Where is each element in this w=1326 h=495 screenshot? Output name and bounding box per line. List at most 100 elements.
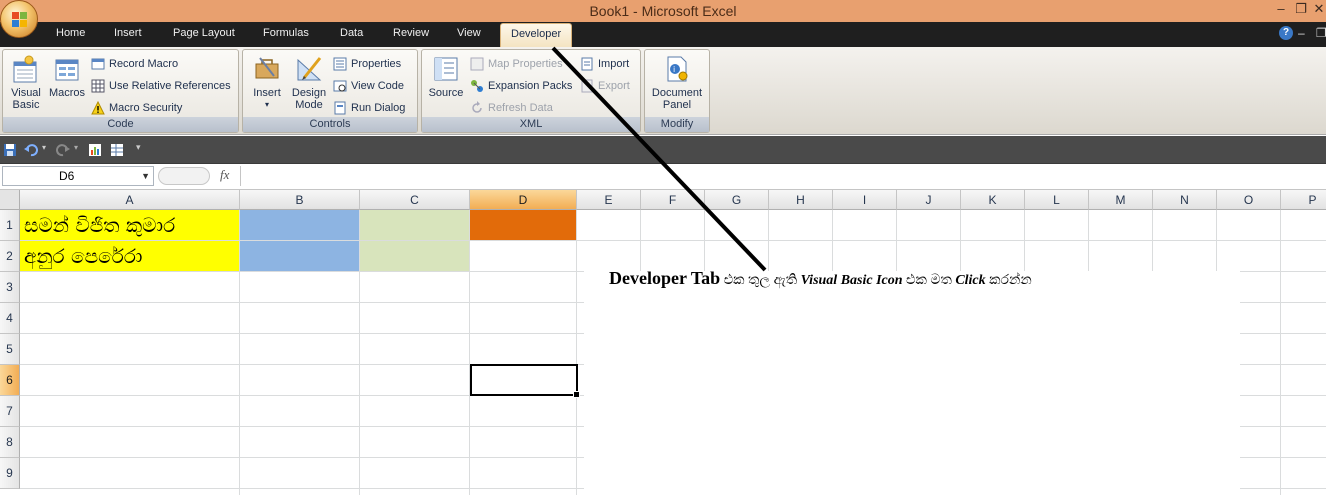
gridline-vertical <box>1280 210 1281 495</box>
column-header-f[interactable]: F <box>641 190 705 210</box>
group-xml-label: XML <box>422 117 640 132</box>
select-all-button[interactable] <box>0 190 20 210</box>
tab-home[interactable]: Home <box>56 27 85 39</box>
relative-references-icon <box>91 79 105 93</box>
column-header-d[interactable]: D <box>470 190 577 210</box>
row-header-7[interactable]: 7 <box>0 396 20 427</box>
insert-control-button[interactable]: Insert ▾ <box>247 54 287 111</box>
row-header-2[interactable]: 2 <box>0 241 20 272</box>
record-macro-button[interactable]: Record Macro <box>91 55 178 73</box>
column-header-e[interactable]: E <box>577 190 641 210</box>
export-icon <box>581 79 593 93</box>
ribbon-restore-icon[interactable]: ❐ <box>1316 26 1326 40</box>
column-header-g[interactable]: G <box>705 190 769 210</box>
annotation-part-5: Click <box>955 273 986 288</box>
expansion-packs-button[interactable]: Expansion Packs <box>470 77 572 95</box>
macros-button[interactable]: Macros <box>47 54 87 99</box>
row-header-1[interactable]: 1 <box>0 210 20 241</box>
close-button[interactable]: ✕ <box>1308 1 1326 17</box>
cell-fill-c2[interactable] <box>360 241 469 271</box>
group-controls: Insert ▾ Design Mode Properties View Cod… <box>242 49 418 133</box>
name-box-dropdown-icon[interactable]: ▼ <box>141 167 150 185</box>
column-header-l[interactable]: L <box>1025 190 1089 210</box>
view-code-icon <box>333 80 347 92</box>
column-header-p[interactable]: P <box>1281 190 1326 210</box>
office-button[interactable] <box>0 0 38 38</box>
minimize-button[interactable]: – <box>1270 1 1292 16</box>
column-header-j[interactable]: J <box>897 190 961 210</box>
visual-basic-label: Visual Basic <box>11 87 41 111</box>
annotation-part-2: එක තුල ඇති <box>720 273 801 288</box>
run-dialog-button[interactable]: Run Dialog <box>333 99 405 117</box>
design-mode-button[interactable]: Design Mode <box>289 54 329 111</box>
row-header-9[interactable]: 9 <box>0 458 20 489</box>
cell-fill-d1[interactable] <box>470 210 576 240</box>
properties-icon <box>333 57 347 71</box>
row-header-6[interactable]: 6 <box>0 365 20 396</box>
map-properties-button[interactable]: Map Properties <box>470 55 563 73</box>
use-relative-references-button[interactable]: Use Relative References <box>91 77 231 95</box>
help-icon[interactable]: ? <box>1279 26 1293 40</box>
customize-qat-icon[interactable]: ▾ <box>136 142 141 153</box>
formula-input[interactable] <box>240 166 1324 186</box>
undo-icon[interactable] <box>24 143 38 157</box>
office-logo-icon <box>12 12 27 27</box>
row-header-5[interactable]: 5 <box>0 334 20 365</box>
visual-basic-button[interactable]: Visual Basic <box>7 54 45 111</box>
macro-security-button[interactable]: Macro Security <box>91 99 182 117</box>
column-header-b[interactable]: B <box>240 190 360 210</box>
group-controls-label: Controls <box>243 117 417 132</box>
row-header-4[interactable]: 4 <box>0 303 20 334</box>
tab-review[interactable]: Review <box>393 27 429 39</box>
tab-developer[interactable]: Developer <box>500 23 573 47</box>
table-icon[interactable] <box>110 143 124 157</box>
tab-formulas[interactable]: Formulas <box>263 27 309 39</box>
tab-insert[interactable]: Insert <box>114 27 142 39</box>
redo-dropdown-icon[interactable]: ▾ <box>74 143 78 152</box>
xml-source-button[interactable]: Source <box>426 54 466 99</box>
column-header-h[interactable]: H <box>769 190 833 210</box>
undo-dropdown-icon[interactable]: ▾ <box>42 143 46 152</box>
chart-icon[interactable] <box>88 143 102 157</box>
cell-fill-c1[interactable] <box>360 210 469 240</box>
refresh-data-button[interactable]: Refresh Data <box>470 99 553 117</box>
save-icon[interactable] <box>3 143 17 157</box>
import-label: Import <box>598 58 630 70</box>
run-dialog-icon <box>334 101 346 115</box>
row-header-3[interactable]: 3 <box>0 272 20 303</box>
column-header-n[interactable]: N <box>1153 190 1217 210</box>
column-header-o[interactable]: O <box>1217 190 1281 210</box>
column-header-k[interactable]: K <box>961 190 1025 210</box>
column-header-i[interactable]: I <box>833 190 897 210</box>
cell-a2[interactable]: අනුර පෙරේරා <box>24 241 143 272</box>
design-mode-label: Design Mode <box>291 87 327 111</box>
xml-source-label: Source <box>428 87 464 99</box>
cell-fill-b2[interactable] <box>240 241 359 271</box>
cell-a1[interactable]: සමන් විජිත කුමාර <box>24 210 175 241</box>
tab-page-layout[interactable]: Page Layout <box>173 27 235 39</box>
export-button[interactable]: Export <box>580 77 630 95</box>
formula-bar-splitter[interactable] <box>158 167 210 185</box>
name-box[interactable]: D6 ▼ <box>2 166 154 186</box>
tab-data[interactable]: Data <box>340 27 363 39</box>
view-code-button[interactable]: View Code <box>333 77 404 95</box>
ribbon-minimize-icon[interactable]: – <box>1298 26 1305 40</box>
title-bar: Book1 - Microsoft Excel – ❐ ✕ <box>0 0 1326 22</box>
column-header-c[interactable]: C <box>360 190 470 210</box>
insert-function-icon[interactable]: fx <box>220 167 229 183</box>
document-panel-button[interactable]: i Document Panel <box>647 54 707 111</box>
run-dialog-label: Run Dialog <box>351 102 406 114</box>
redo-icon[interactable] <box>56 143 70 157</box>
active-cell-d6[interactable] <box>470 364 580 398</box>
column-header-m[interactable]: M <box>1089 190 1153 210</box>
properties-button[interactable]: Properties <box>333 55 401 73</box>
map-properties-icon <box>470 57 484 71</box>
warning-icon <box>91 101 105 115</box>
column-header-a[interactable]: A <box>20 190 240 210</box>
refresh-data-label: Refresh Data <box>488 102 553 114</box>
cell-fill-b1[interactable] <box>240 210 359 240</box>
import-button[interactable]: Import <box>580 55 629 73</box>
name-box-value: D6 <box>59 169 75 183</box>
row-header-8[interactable]: 8 <box>0 427 20 458</box>
tab-view[interactable]: View <box>457 27 481 39</box>
